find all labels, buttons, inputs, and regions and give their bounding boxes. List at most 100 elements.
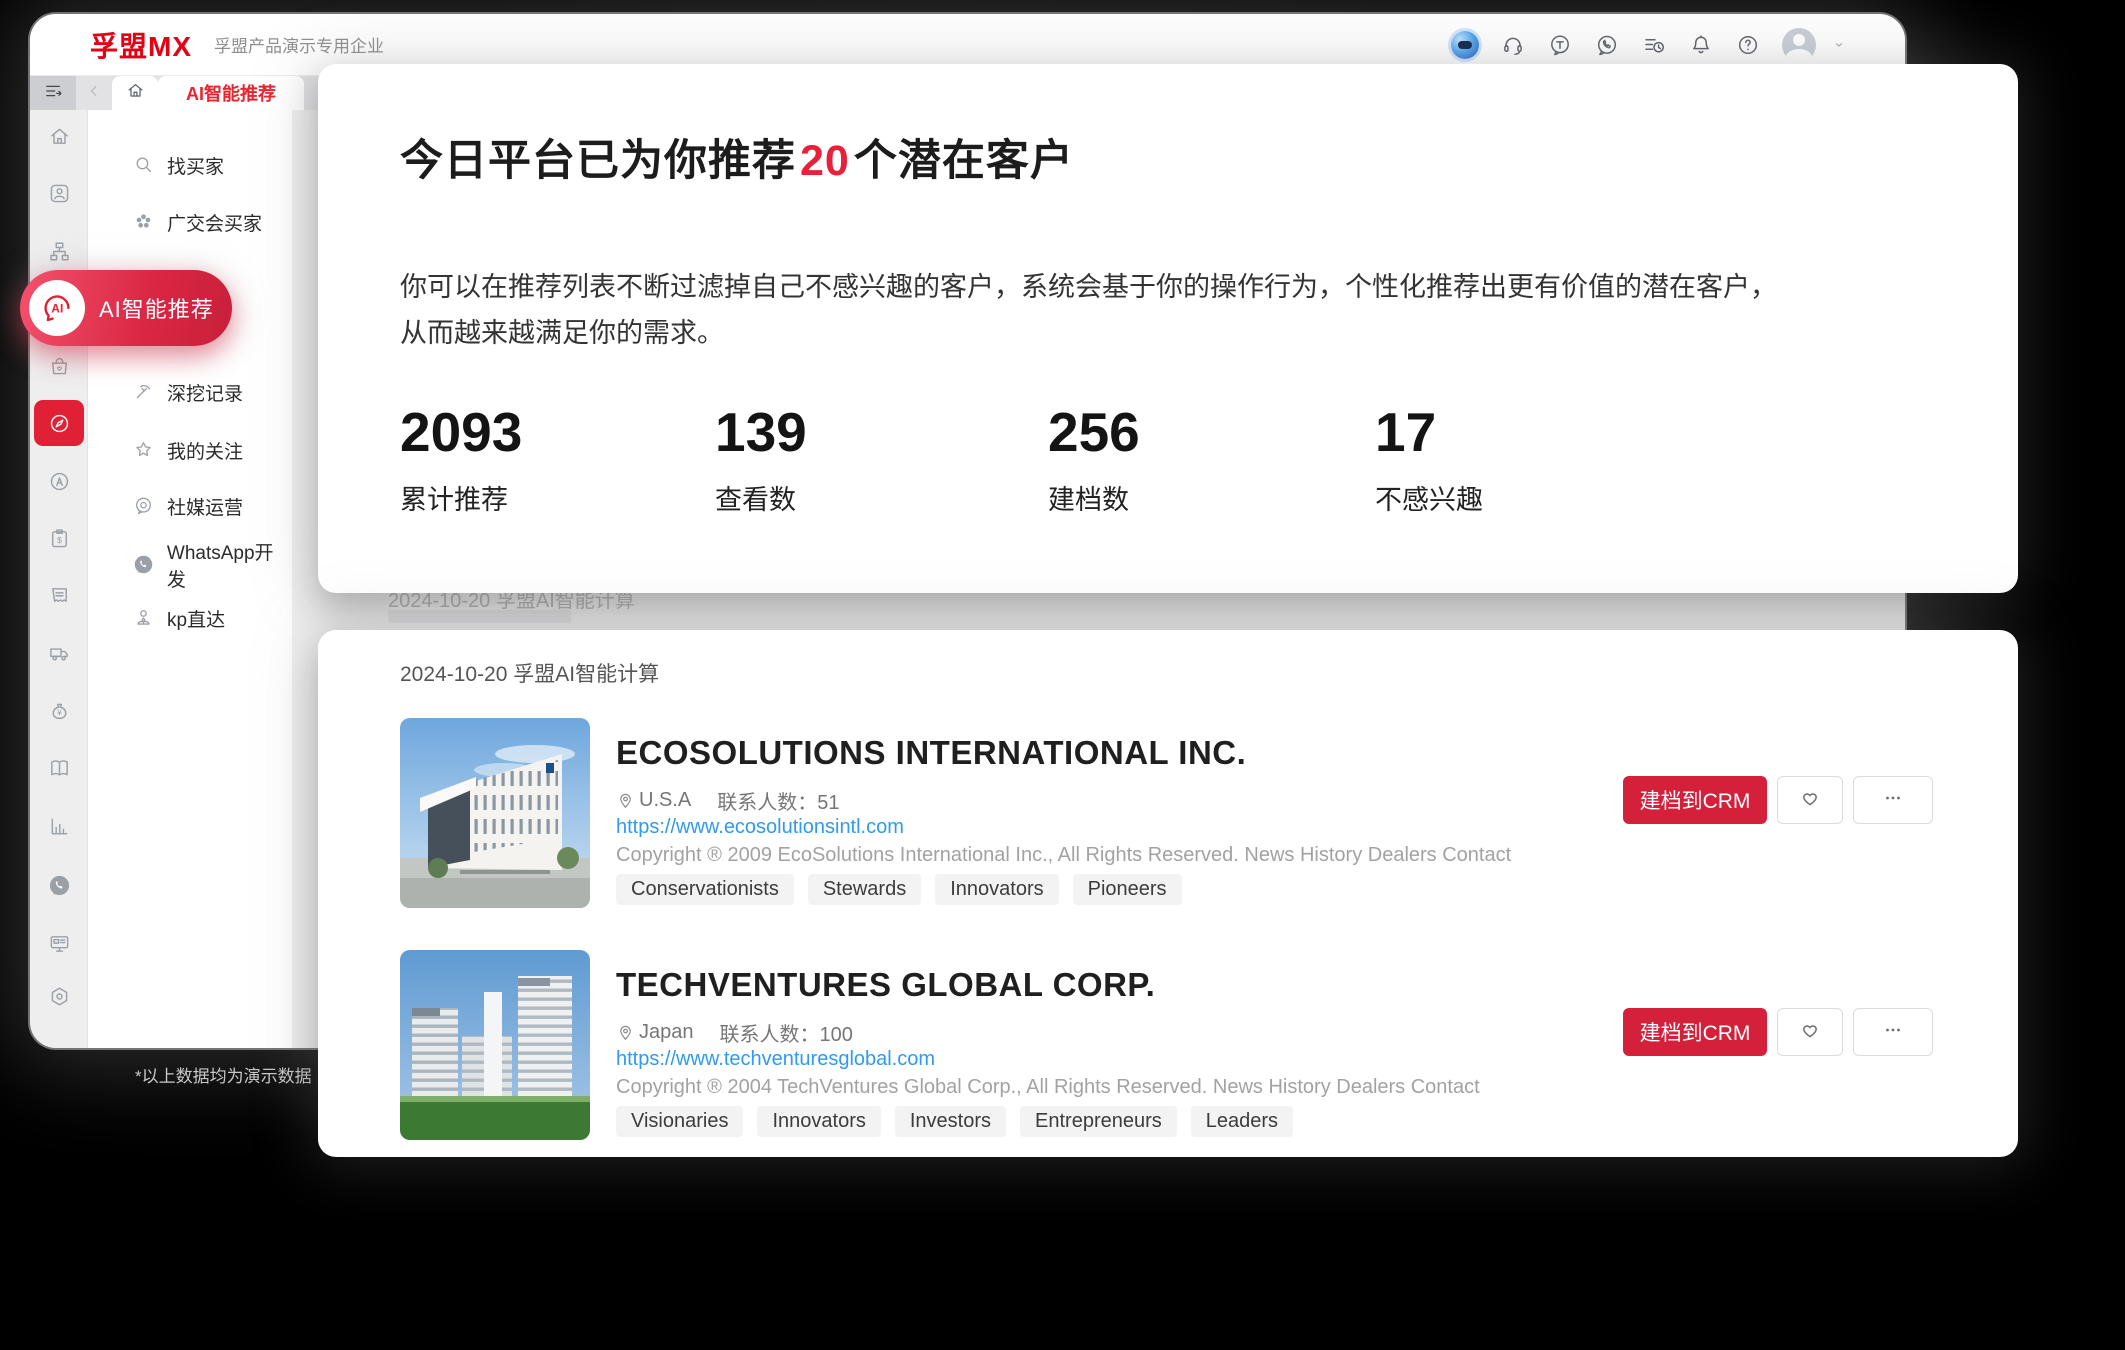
stat-value: 2093 (400, 400, 522, 464)
rail-item-documents[interactable] (30, 572, 88, 620)
rail-item-customer-discovery[interactable] (30, 399, 88, 447)
sidebar-item-label: 广交会买家 (167, 209, 262, 236)
sidebar-item-kp直达[interactable]: kp直达 (88, 598, 292, 638)
workbench-icon (48, 932, 71, 955)
sidebar-item-label: kp直达 (167, 605, 225, 632)
sidebar-item-label: 深挖记录 (167, 379, 243, 406)
translate-icon[interactable] (1547, 32, 1573, 58)
company-meta: Japan 联系人数：100 (616, 1018, 853, 1047)
notification-bell-icon[interactable] (1688, 32, 1714, 58)
description-line-2: 从而越来越满足你的需求。 (400, 310, 1960, 356)
tab-ai-recommend[interactable]: AI智能推荐 (158, 76, 304, 110)
sidebar-item-深挖记录[interactable]: 深挖记录 (88, 372, 292, 412)
company-name-link[interactable]: ECOSOLUTIONS INTERNATIONAL INC. (616, 734, 1246, 772)
stat-not-interested: 17 不感兴趣 (1375, 400, 1483, 517)
title-prefix: 今日平台已为你推荐 (400, 137, 796, 185)
ai-head-icon: AI (29, 280, 85, 336)
rail-item-logistics[interactable] (30, 629, 88, 677)
company-name-link[interactable]: TECHVENTURES GLOBAL CORP. (616, 966, 1155, 1004)
rail-item-finance[interactable]: ¥ (30, 687, 88, 735)
sidebar-item-label: 找买家 (167, 152, 224, 179)
secondary-sidebar: 找买家广交会买家深挖记录我的关注社媒运营 WhatsApp开发 kp直达 (88, 110, 292, 1048)
rail-item-org-structure[interactable] (30, 227, 88, 275)
company-tags: ConservationistsStewardsInnovatorsPionee… (616, 874, 1182, 905)
rail-item-whatsapp[interactable] (30, 861, 88, 909)
headset-icon[interactable] (1500, 32, 1526, 58)
page-title: 今日平台已为你推荐20个潜在客户 (400, 126, 1074, 188)
tag-pill: Innovators (757, 1106, 880, 1137)
sidebar-item-label: WhatsApp开发 (167, 538, 292, 592)
description-line-1: 你可以在推荐列表不断过滤掉自己不感兴趣的客户，系统会基于你的操作行为，个性化推荐… (400, 264, 1960, 310)
ai-pill-label: AI智能推荐 (99, 292, 214, 324)
whatsapp-outline-icon[interactable] (1594, 32, 1620, 58)
svg-text:¥: ¥ (56, 708, 62, 717)
sidebar-item-社媒运营[interactable]: 社媒运营 (88, 486, 292, 526)
company-country: U.S.A (639, 789, 691, 812)
favorite-button[interactable] (1777, 1008, 1843, 1056)
title-count: 20 (796, 137, 854, 185)
reports-icon (48, 815, 71, 838)
search-icon (133, 154, 155, 176)
stat-label: 查看数 (715, 478, 807, 517)
sidebar-item-label: 社媒运营 (167, 493, 243, 520)
rail-item-orders[interactable]: $ (30, 514, 88, 562)
company-website-link[interactable]: https://www.ecosolutionsintl.com (616, 816, 904, 839)
stat-label: 建档数 (1048, 478, 1140, 517)
sidebar-item-WhatsApp开发[interactable]: WhatsApp开发 (88, 545, 292, 585)
rail-item-marketing[interactable] (30, 457, 88, 505)
stat-value: 17 (1375, 400, 1483, 464)
stat-label: 不感兴趣 (1375, 478, 1483, 517)
more-actions-button[interactable] (1853, 776, 1933, 824)
recommend-summary-panel: 今日平台已为你推荐20个潜在客户 你可以在推荐列表不断过滤掉自己不感兴趣的客户，… (318, 64, 2018, 593)
rail-item-contacts[interactable] (30, 169, 88, 217)
ai-assistant-icon[interactable] (1451, 31, 1479, 59)
ghost-skeleton-bar (388, 610, 571, 623)
rail-item-ledger[interactable] (30, 744, 88, 792)
product-bag-icon (48, 355, 71, 378)
ai-recommend-pill[interactable]: AI AI智能推荐 (20, 270, 232, 346)
company-contacts-count: 联系人数：100 (720, 1018, 853, 1047)
back-button[interactable] (76, 76, 112, 110)
home-icon (126, 81, 145, 105)
app-logo: 孚盟MX (90, 25, 192, 65)
sidebar-item-广交会买家[interactable]: 广交会买家 (88, 202, 292, 242)
avatar-icon[interactable] (1782, 28, 1816, 62)
rail-item-settings[interactable] (30, 972, 88, 1020)
social-chat-icon (133, 495, 155, 517)
stat-value: 256 (1048, 400, 1140, 464)
tag-pill: Pioneers (1073, 874, 1182, 905)
stat-label: 累计推荐 (400, 478, 522, 517)
rail-item-home[interactable] (30, 112, 88, 160)
rail-item-reports[interactable] (30, 802, 88, 850)
location-pin-icon (616, 1023, 635, 1042)
svg-text:$: $ (57, 534, 62, 544)
company-name: 孚盟产品演示专用企业 (214, 32, 384, 57)
sidebar-item-找买家[interactable]: 找买家 (88, 145, 292, 185)
collapse-menu-button[interactable] (30, 76, 76, 110)
chevron-down-icon[interactable] (1831, 32, 1847, 58)
dig-icon (133, 381, 155, 403)
company-website-link[interactable]: https://www.techventuresglobal.com (616, 1048, 935, 1071)
rail-item-product-bag[interactable] (30, 342, 88, 390)
star-icon (133, 439, 155, 461)
sidebar-item-我的关注[interactable]: 我的关注 (88, 430, 292, 470)
file-to-crm-button[interactable]: 建档到CRM (1623, 776, 1767, 824)
heart-icon (1798, 1018, 1822, 1047)
company-card: TECHVENTURES GLOBAL CORP. Japan 联系人数：100… (400, 950, 1933, 1140)
page-description: 你可以在推荐列表不断过滤掉自己不感兴趣的客户，系统会基于你的操作行为，个性化推荐… (400, 264, 1960, 356)
documents-icon (48, 585, 71, 608)
history-icon[interactable] (1641, 32, 1667, 58)
stat-value: 139 (715, 400, 807, 464)
file-to-crm-button[interactable]: 建档到CRM (1623, 1008, 1767, 1056)
contacts-icon (48, 182, 71, 205)
tag-pill: Visionaries (616, 1106, 743, 1137)
company-tags: VisionariesInnovatorsInvestorsEntreprene… (616, 1106, 1293, 1137)
rail-item-workbench[interactable] (30, 919, 88, 967)
logistics-icon (48, 642, 71, 665)
home-tab[interactable] (112, 76, 158, 110)
title-suffix: 个潜在客户 (854, 137, 1074, 185)
help-icon[interactable] (1735, 32, 1761, 58)
company-copyright: Copyright ® 2009 EcoSolutions Internatio… (616, 844, 1511, 867)
favorite-button[interactable] (1777, 776, 1843, 824)
more-actions-button[interactable] (1853, 1008, 1933, 1056)
